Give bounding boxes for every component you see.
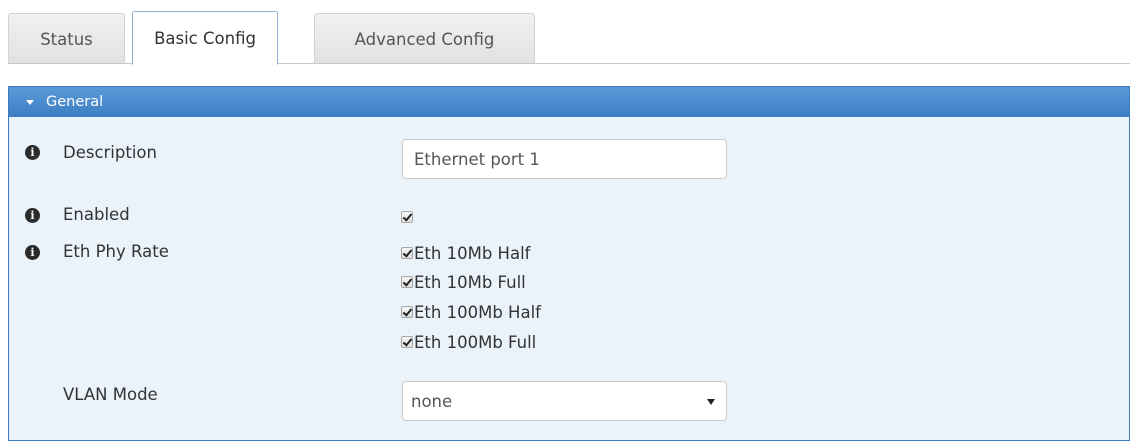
eth-phy-rate-option: Eth 10Mb Full [401, 271, 526, 293]
tab-basic-config[interactable]: Basic Config [132, 11, 278, 65]
caret-down-icon [26, 99, 34, 105]
eth-10mb-full-label: Eth 10Mb Full [414, 272, 526, 292]
vlan-mode-label: VLAN Mode [63, 385, 158, 404]
info-icon[interactable]: i [25, 245, 40, 260]
eth-10mb-half-checkbox[interactable] [401, 247, 413, 259]
chevron-down-icon [707, 399, 715, 405]
info-icon[interactable]: i [25, 145, 40, 160]
tab-basic-config-label: Basic Config [154, 28, 256, 48]
enabled-checkbox[interactable] [401, 211, 413, 223]
eth-phy-rate-option: Eth 100Mb Half [401, 301, 541, 323]
eth-100mb-half-checkbox[interactable] [401, 306, 413, 318]
eth-100mb-full-label: Eth 100Mb Full [414, 332, 537, 352]
eth-10mb-half-label: Eth 10Mb Half [414, 243, 531, 263]
eth-100mb-half-label: Eth 100Mb Half [414, 302, 541, 322]
tab-status-label: Status [40, 29, 93, 49]
description-input[interactable] [402, 139, 727, 179]
eth-10mb-full-checkbox[interactable] [401, 276, 413, 288]
tab-advanced-config-label: Advanced Config [354, 29, 495, 49]
eth-phy-rate-option: Eth 10Mb Half [401, 242, 530, 264]
tab-bar: Status Basic Config Advanced Config [8, 11, 1130, 65]
info-icon[interactable]: i [25, 208, 40, 223]
enabled-checkbox-row [401, 206, 414, 228]
panel-title: General [46, 94, 104, 110]
description-label: Description [63, 143, 157, 162]
vlan-mode-select[interactable]: none [402, 381, 727, 421]
eth-phy-rate-option: Eth 100Mb Full [401, 331, 536, 353]
eth-100mb-full-checkbox[interactable] [401, 336, 413, 348]
vlan-mode-value: none [411, 391, 453, 411]
config-page: Status Basic Config Advanced Config Gene… [0, 0, 1130, 445]
general-panel-header[interactable]: General [9, 86, 1129, 117]
eth-phy-rate-label: Eth Phy Rate [63, 242, 169, 261]
tab-advanced-config[interactable]: Advanced Config [314, 13, 535, 64]
enabled-label: Enabled [63, 205, 130, 224]
tab-status[interactable]: Status [8, 13, 125, 64]
